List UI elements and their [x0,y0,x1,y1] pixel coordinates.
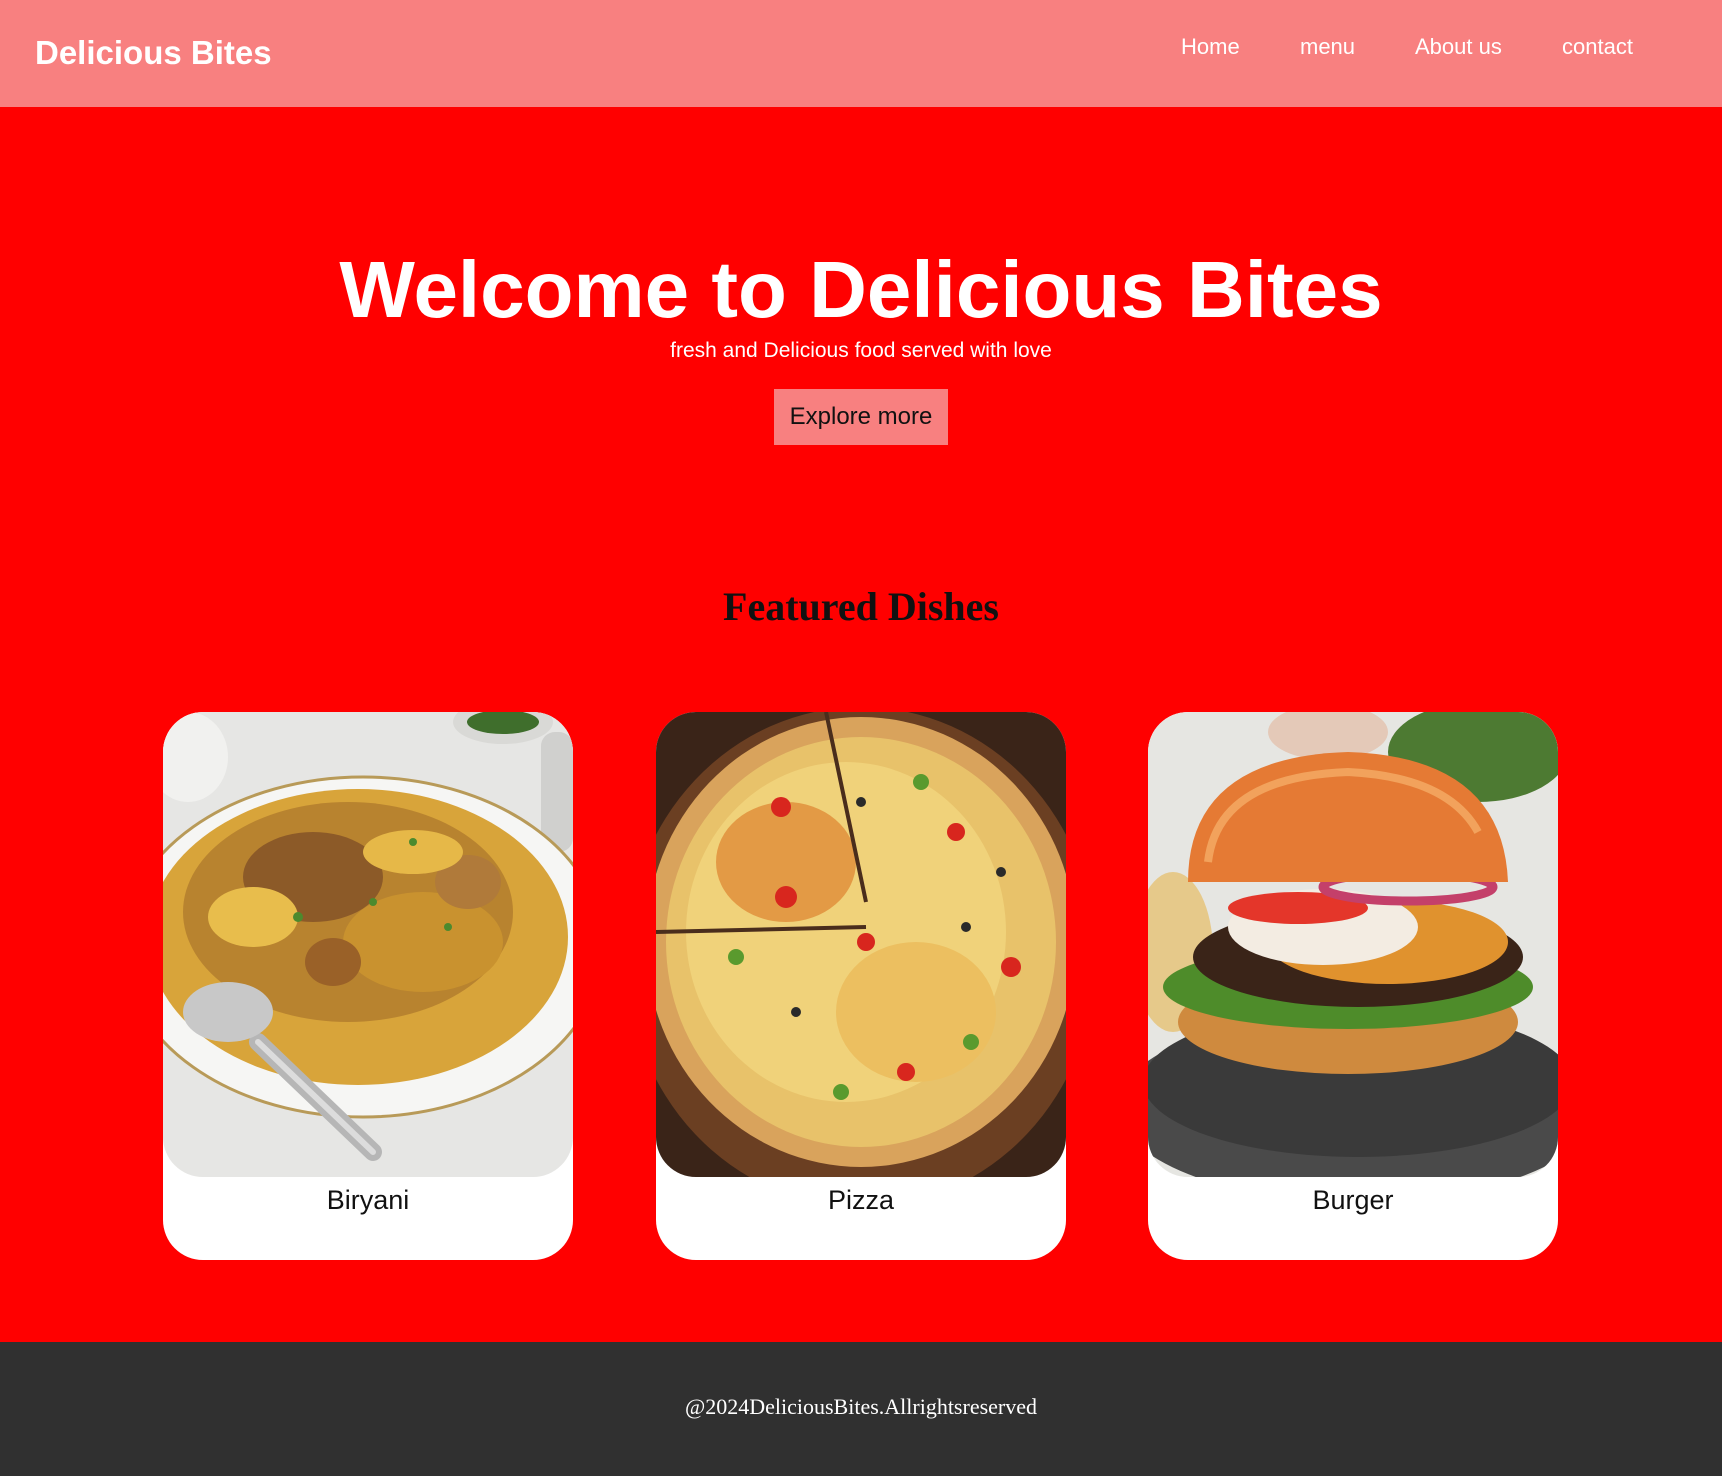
pizza-photo [656,712,1066,1177]
dish-card-burger[interactable] [1148,712,1558,1260]
biryani-photo [163,712,573,1177]
nav-link-about-us[interactable]: About us [1415,33,1502,61]
navbar: Delicious Bites Home menu About us conta… [0,0,1722,107]
footer: @2024DeliciousBites.Allrightsreserved [0,1342,1722,1476]
burger-photo [1148,712,1558,1177]
hero-title: Welcome to Delicious Bites [339,245,1383,334]
dish-card-pizza[interactable] [656,712,1066,1260]
hero-subtitle: fresh and Delicious food served with lov… [670,339,1052,362]
dish-name-biryani: Biryani [326,1185,410,1215]
dish-name-pizza: Pizza [827,1185,895,1215]
dish-card-biryani[interactable] [163,712,573,1260]
dish-name-burger: Burger [1312,1185,1394,1215]
featured-dishes-title: Featured Dishes [723,584,999,629]
explore-more-button[interactable]: Explore more [774,389,948,445]
brand-logo[interactable]: Delicious Bites [35,33,272,73]
nav-link-home[interactable]: Home [1181,33,1240,61]
nav-link-contact[interactable]: contact [1562,33,1633,61]
footer-copyright: @2024DeliciousBites.Allrightsreserved [684,1394,1038,1419]
nav-link-menu[interactable]: menu [1300,33,1355,61]
